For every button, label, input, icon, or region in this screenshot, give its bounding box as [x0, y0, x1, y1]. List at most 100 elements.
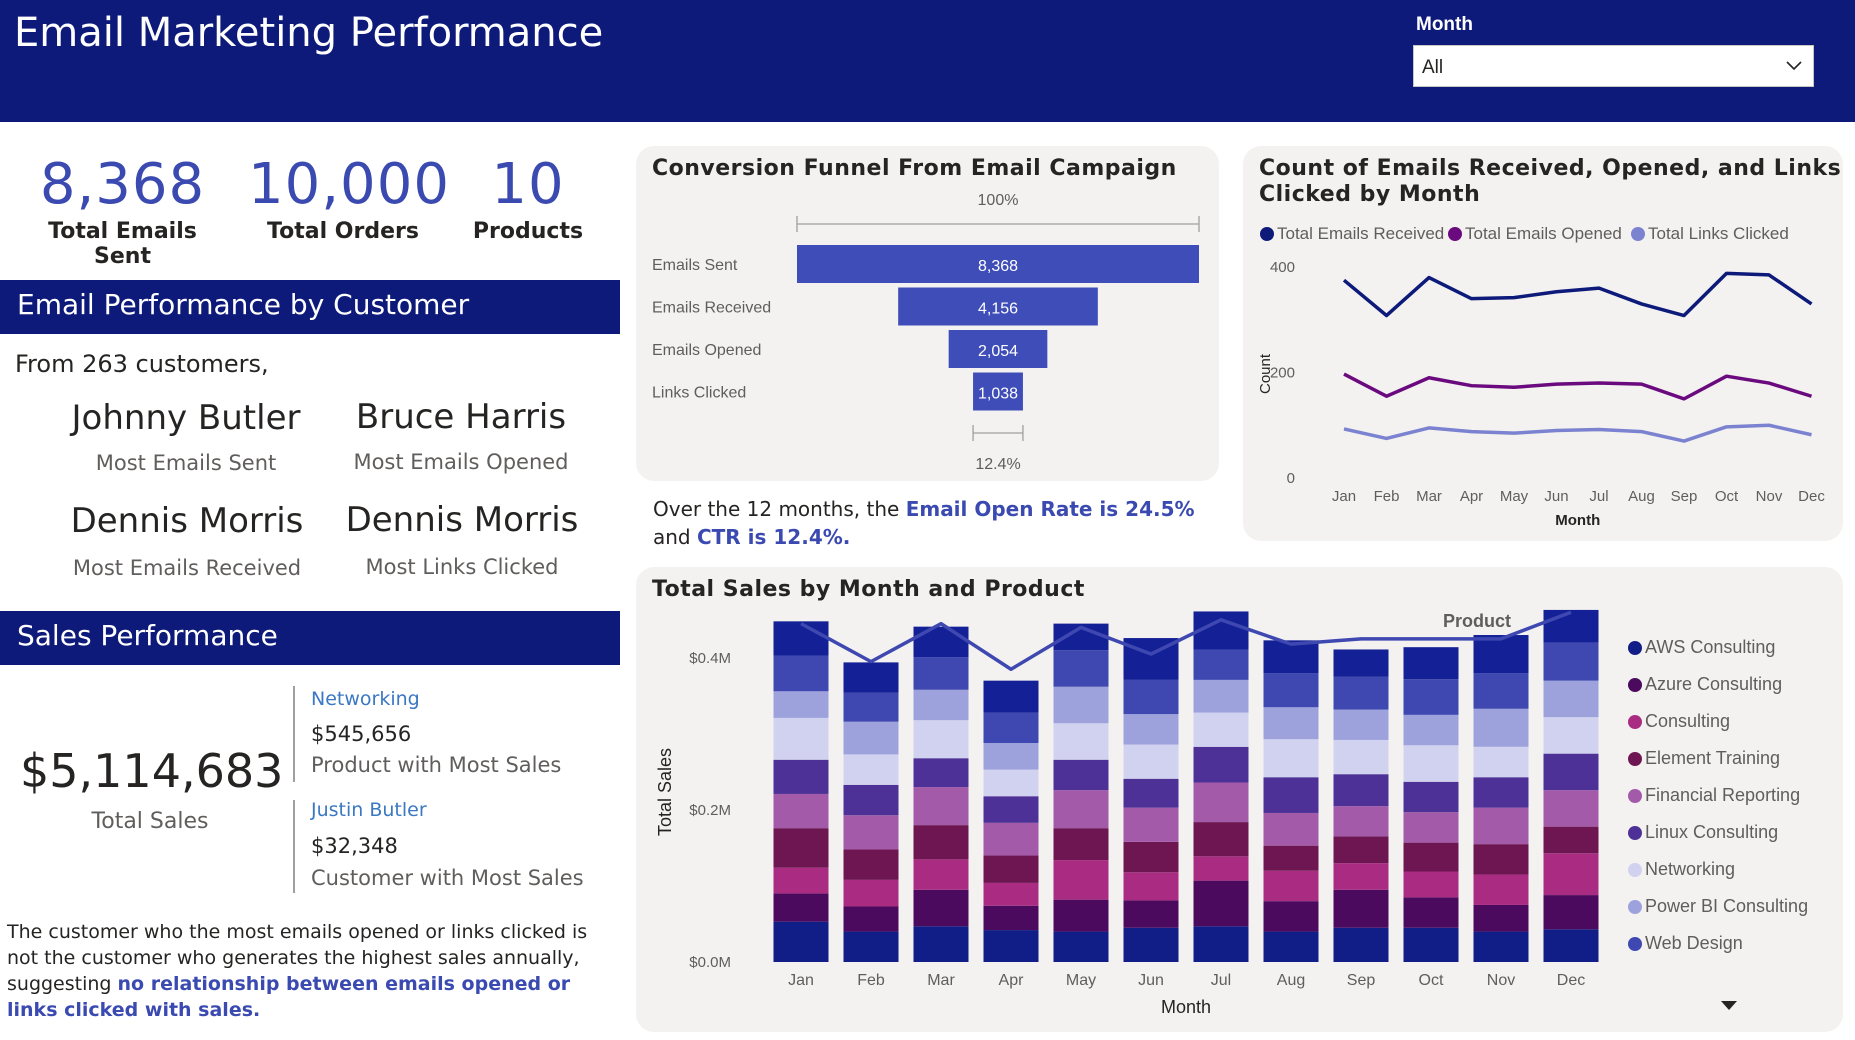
bar-segment	[773, 691, 829, 718]
kpi-products: 10 Products	[463, 152, 593, 244]
x-axis-title: Month	[1555, 512, 1600, 529]
x-tick-label: Dec	[1557, 972, 1585, 989]
customer-name: Dennis Morris	[70, 501, 304, 541]
top-product-value: $545,656	[311, 722, 412, 746]
bar-segment	[1263, 931, 1319, 962]
funnel-stage-label: Emails Sent	[652, 257, 738, 274]
x-tick-label: Oct	[1419, 972, 1444, 989]
bar-segment	[1543, 895, 1599, 930]
funnel-stage-label: Emails Opened	[652, 342, 761, 359]
bar-segment	[1053, 828, 1109, 861]
bar-segment	[843, 931, 899, 962]
bar-segment	[773, 717, 829, 760]
ctr-text: CTR is 12.4%.	[696, 525, 851, 549]
bar-segment	[843, 879, 899, 907]
top-customer-name: Justin Butler	[311, 799, 427, 821]
bar-segment	[1123, 872, 1179, 901]
divider	[293, 800, 295, 893]
bar-segment	[1403, 871, 1459, 898]
x-tick-label: Mar	[927, 972, 955, 989]
funnel-bar-value: 8,368	[978, 258, 1018, 275]
bar-segment	[1403, 745, 1459, 782]
bar-segment	[1473, 673, 1529, 709]
x-tick-label: Jun	[1138, 972, 1164, 989]
bar-segment	[1193, 782, 1249, 823]
chevron-down-icon	[1786, 61, 1802, 71]
bar-segment	[1543, 853, 1599, 896]
month-slicer-dropdown[interactable]: All	[1413, 45, 1814, 87]
line-chart-panel: Count of Emails Received, Opened, and Li…	[1243, 146, 1843, 541]
bar-segment	[1263, 901, 1319, 932]
bar-segment	[843, 662, 899, 693]
caret-down-icon[interactable]	[1721, 1001, 1737, 1011]
x-tick-label: Sep	[1671, 488, 1698, 505]
bar-segment	[1193, 822, 1249, 857]
bar-segment	[1193, 880, 1249, 927]
customer-caption: Most Emails Received	[72, 556, 302, 580]
customer-caption: Most Emails Opened	[353, 450, 569, 474]
kpi-label: Total Orders	[267, 219, 419, 244]
customer-intro: From 263 customers,	[15, 350, 269, 378]
bar-segment	[1333, 774, 1389, 807]
series-line	[1342, 271, 1813, 318]
bar-segment	[913, 825, 969, 860]
bar-segment	[983, 743, 1039, 770]
bar-segment	[1053, 650, 1109, 687]
header-bar: Email Marketing Performance Month All	[0, 0, 1855, 122]
bar-segment	[1403, 647, 1459, 680]
y-tick-label: $0.4M	[689, 650, 731, 667]
bar-segment	[843, 692, 899, 722]
x-tick-label: Dec	[1798, 488, 1825, 505]
bar-segment	[1473, 708, 1529, 747]
bar-segment	[1123, 927, 1179, 962]
bar-segment	[1543, 680, 1599, 718]
bar-segment	[1333, 927, 1389, 962]
bar-segment	[1333, 889, 1389, 928]
x-tick-label: Jul	[1589, 488, 1608, 505]
customer-name: Dennis Morris	[345, 500, 579, 540]
funnel-bar-value: 4,156	[978, 301, 1018, 318]
bar-segment	[983, 882, 1039, 906]
bar-segment	[983, 905, 1039, 931]
bar-segment	[1473, 844, 1529, 875]
bar-segment	[913, 787, 969, 826]
bar-segment	[1543, 790, 1599, 827]
x-tick-label: May	[1500, 488, 1529, 505]
y-tick-label: $0.0M	[689, 954, 731, 971]
bar-segment	[1333, 709, 1389, 740]
x-tick-label: Apr	[1460, 488, 1483, 505]
month-slicer-label: Month	[1416, 14, 1473, 35]
kpi-value: 10,000	[248, 152, 450, 217]
funnel-bottom-percent: 12.4%	[975, 456, 1020, 473]
bar-segment	[1123, 714, 1179, 745]
kpi-total-emails-sent: 8,368 Total Emails Sent	[20, 152, 225, 269]
x-tick-label: Mar	[1416, 488, 1442, 505]
bar-segment	[773, 893, 829, 922]
bar-segment	[1123, 900, 1179, 928]
funnel-panel: Conversion Funnel From Email Campaign 10…	[636, 146, 1219, 481]
y-tick-label: 0	[1287, 470, 1295, 487]
open-rate-text: Email Open Rate is 24.5%	[905, 497, 1195, 521]
sales-insight-note: The customer who the most emails opened …	[7, 919, 615, 1023]
bar-segment	[1403, 812, 1459, 843]
y-tick-label: 400	[1270, 259, 1295, 276]
customer-section-header: Email Performance by Customer	[0, 280, 620, 334]
top-customer-value: $32,348	[311, 834, 398, 858]
x-tick-label: Jan	[1332, 488, 1356, 505]
bar-segment	[1193, 649, 1249, 680]
x-tick-label: Feb	[857, 972, 885, 989]
rate-note-plain: Over the 12 months, the	[653, 497, 906, 521]
bar-segment	[1263, 845, 1319, 871]
bar-segment	[1333, 863, 1389, 890]
bar-segment	[1193, 856, 1249, 881]
bar-segment	[913, 657, 969, 690]
funnel-stage-label: Links Clicked	[652, 385, 746, 402]
bar-segment	[983, 855, 1039, 883]
top-customer-caption: Customer with Most Sales	[311, 866, 584, 890]
bar-segment	[773, 759, 829, 794]
bar-segment	[843, 815, 899, 850]
bar-segment	[1263, 870, 1319, 902]
bar-segment	[1473, 807, 1529, 845]
bar-segment	[1263, 739, 1319, 778]
kpi-label: Total Emails Sent	[48, 219, 197, 269]
